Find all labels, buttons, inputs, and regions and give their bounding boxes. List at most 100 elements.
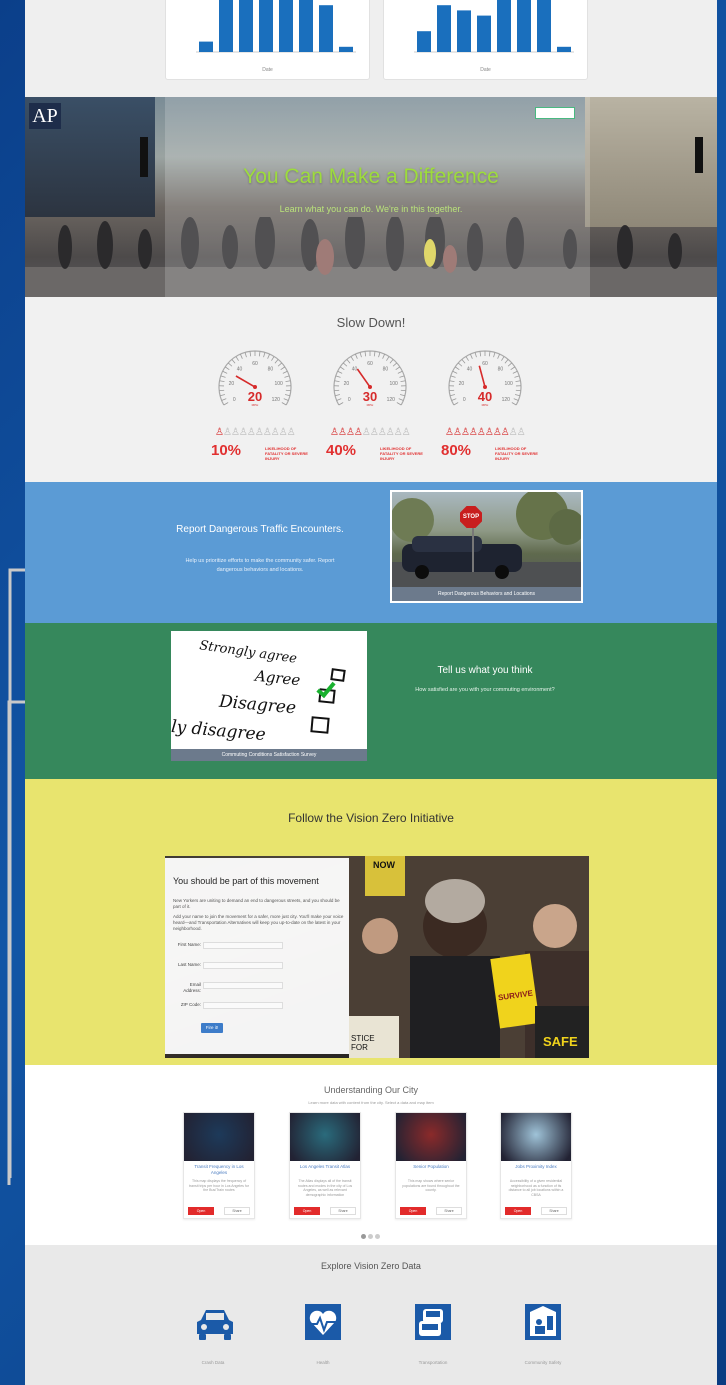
- chart-bar: [319, 5, 333, 52]
- vision-zero-photo: SURVIVE SAFE STICE FOR NOW You should be…: [165, 856, 589, 1058]
- dial-tick-label: 0: [233, 397, 236, 403]
- vision-zero-section: Follow the Vision Zero Initiative SURVIV…: [25, 779, 717, 1065]
- map-card-title[interactable]: Senior Population: [398, 1164, 464, 1170]
- car-icon: [197, 1310, 233, 1340]
- report-image-link[interactable]: STOP Report Dangerous Behaviors and Loca…: [390, 490, 583, 603]
- page: Date Date AP You Can Make a Difference L…: [25, 0, 717, 1385]
- email-field[interactable]: [203, 982, 283, 989]
- protest-sign-justice: STICE FOR: [351, 1034, 375, 1052]
- explore-crash-data[interactable]: Crash Data: [173, 1302, 253, 1372]
- map-card-share-button[interactable]: Share: [330, 1207, 356, 1215]
- map-card[interactable]: Los Angeles Transit Atlas The Atlas disp…: [289, 1112, 361, 1219]
- gauge-dial: 0 20 40 60 80 100 120 30 MPH: [333, 350, 407, 407]
- chart-bar: [339, 46, 353, 52]
- carousel-dot-1[interactable]: [361, 1234, 366, 1239]
- dial-tick-label: 100: [504, 381, 513, 387]
- dial-tick-label: 20: [459, 381, 465, 387]
- gauge-speed-unit: MPH: [367, 403, 374, 407]
- fatality-note: LIKELIHOOD OF FATALITY OR SEVERE INJURY: [265, 446, 308, 461]
- fatality-note: LIKELIHOOD OF FATALITY OR SEVERE INJURY: [380, 446, 423, 461]
- map-card-desc: This map displays the frequency of trans…: [189, 1179, 249, 1192]
- dial-tick-label: 40: [237, 367, 243, 373]
- chart-bar: [239, 0, 253, 52]
- map-card[interactable]: Transit Frequency in Los Angeles This ma…: [183, 1112, 255, 1219]
- survey-line-disagree: Disagree: [218, 691, 297, 719]
- map-card-desc: Accessibility of a given residential nei…: [508, 1179, 564, 1197]
- checkbox-strongly-agree-icon: [330, 668, 346, 682]
- map-card-open-button[interactable]: Open: [400, 1207, 426, 1215]
- gauge-needle: [356, 368, 371, 388]
- map-card-open-button[interactable]: Open: [294, 1207, 320, 1215]
- dial-tick-label: 120: [502, 397, 511, 403]
- gauge-speed-unit: MPH: [252, 403, 259, 407]
- survey-image-link[interactable]: Strongly agree Agree Disagree ly disagre…: [171, 631, 367, 761]
- last-name-label: Last Name:: [177, 962, 201, 967]
- survey-text: How satisfied are you with your commutin…: [415, 687, 555, 693]
- gap-sign: AP: [29, 103, 61, 129]
- explore-community-safety[interactable]: Community Safety: [503, 1302, 583, 1372]
- explore-health[interactable]: Health: [283, 1302, 363, 1372]
- speed-gauge: 0 20 40 60 80 100 120 40 MPH ♙♙♙♙♙♙♙♙♙♙ 80% LIKE…: [441, 342, 565, 472]
- dial-tick-label: 80: [268, 367, 274, 373]
- speed-gauge: 0 20 40 60 80 100 120 30 MPH ♙♙♙♙♙♙♙♙♙♙ 40% LIKE…: [326, 342, 450, 472]
- carousel-dots[interactable]: [361, 1226, 382, 1244]
- first-name-field[interactable]: [203, 942, 283, 949]
- dial-tick-label: 0: [348, 397, 351, 403]
- map-thumbnail[interactable]: [396, 1113, 466, 1161]
- map-card-open-button[interactable]: Open: [188, 1207, 214, 1215]
- map-card-title[interactable]: Jobs Proximity Index: [503, 1164, 569, 1170]
- people-row-icon: ♙♙♙♙♙♙♙♙♙♙: [445, 427, 526, 438]
- map-card-open-button[interactable]: Open: [505, 1207, 531, 1215]
- map-card-share-button[interactable]: Share: [541, 1207, 567, 1215]
- last-name-field[interactable]: [203, 962, 283, 969]
- chart-bar: [199, 41, 213, 52]
- explore-transportation[interactable]: Transportation: [393, 1302, 473, 1372]
- map-card-share-button[interactable]: Share: [436, 1207, 462, 1215]
- signup-intro-2: Add your name to join the movement for a…: [173, 914, 344, 931]
- chart-bar: [557, 46, 571, 52]
- email-label: Email Address:: [183, 982, 201, 993]
- chart-bar: [537, 0, 551, 52]
- crash-chart-left: Date: [165, 0, 370, 80]
- survey-line-strongly-agree: Strongly agree: [198, 638, 298, 667]
- dial-tick-label: 120: [272, 397, 281, 403]
- dial-tick-label: 80: [383, 367, 389, 373]
- understanding-subtitle: Learn more data with content from the ci…: [308, 1100, 434, 1105]
- map-thumbnail[interactable]: [501, 1113, 571, 1161]
- map-card-share-button[interactable]: Share: [224, 1207, 250, 1215]
- explore-health-label: Health: [316, 1360, 330, 1365]
- map-card[interactable]: Senior Population This map shows where s…: [395, 1112, 467, 1219]
- signup-form: You should be part of this movement New …: [165, 858, 349, 1054]
- chart-bar: [259, 0, 273, 52]
- carousel-dot-2[interactable]: [368, 1234, 373, 1239]
- report-photo: [392, 492, 581, 587]
- chart-right-xlabel: Date: [480, 67, 491, 73]
- crash-chart-right: Date: [383, 0, 588, 80]
- signup-submit-button[interactable]: Fire it!: [201, 1023, 223, 1033]
- map-thumbnail[interactable]: [184, 1113, 254, 1161]
- survey-section: Strongly agree Agree Disagree ly disagre…: [25, 623, 717, 779]
- map-card-title[interactable]: Los Angeles Transit Atlas: [292, 1164, 358, 1170]
- fatality-note: LIKELIHOOD OF FATALITY OR SEVERE INJURY: [495, 446, 538, 461]
- map-thumbnail[interactable]: [290, 1113, 360, 1161]
- map-card[interactable]: Jobs Proximity Index Accessibility of a …: [500, 1112, 572, 1219]
- report-section: Report Dangerous Traffic Encounters. Hel…: [25, 482, 717, 623]
- dial-tick-label: 20: [344, 381, 350, 387]
- checkbox-disagree-icon: [310, 716, 330, 734]
- chart-bar: [417, 31, 431, 52]
- gauge-speed-unit: MPH: [482, 403, 489, 407]
- speed-gauge: 0 20 40 60 80 100 120 20 MPH ♙♙♙♙♙♙♙♙♙♙ 10% LIKE…: [211, 342, 335, 472]
- carousel-dot-3[interactable]: [375, 1234, 380, 1239]
- fatality-percent: 40%: [326, 442, 357, 459]
- protest-sign-now: NOW: [373, 860, 395, 870]
- chart-bar: [219, 0, 233, 52]
- gauge-dial: 0 20 40 60 80 100 120 20 MPH: [218, 350, 292, 407]
- dial-tick-label: 60: [367, 361, 373, 367]
- map-card-title[interactable]: Transit Frequency in Los Angeles: [186, 1164, 252, 1176]
- slow-down-title: Slow Down!: [336, 315, 406, 330]
- chart-bar: [437, 5, 451, 52]
- understanding-section: Understanding Our City Learn more data w…: [25, 1065, 717, 1245]
- zip-field[interactable]: [203, 1002, 283, 1009]
- chart-bar: [457, 10, 471, 52]
- gauge-dial: 0 20 40 60 80 100 120 40 MPH: [448, 350, 522, 407]
